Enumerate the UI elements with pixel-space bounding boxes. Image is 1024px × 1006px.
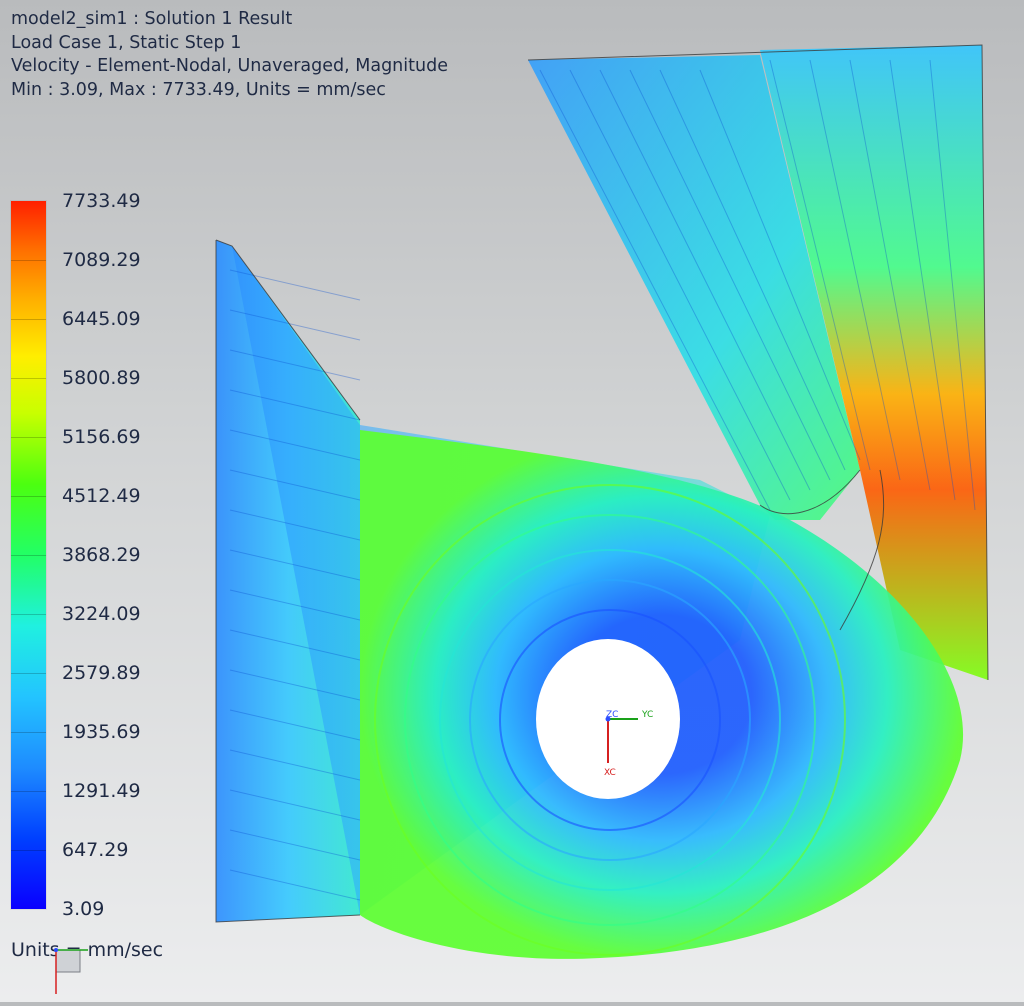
view-triad-icon[interactable] (38, 944, 98, 1002)
legend-label: 1935.69 (62, 721, 141, 743)
header-title: model2_sim1 : Solution 1 Result (11, 9, 293, 29)
legend-label: 3868.29 (62, 544, 141, 566)
header-result-type: Velocity - Element-Nodal, Unaveraged, Ma… (11, 56, 448, 76)
result-header: model2_sim1 : Solution 1 Result Load Cas… (11, 8, 448, 102)
graphics-viewport[interactable]: XC YC ZC (0, 0, 1024, 1002)
triad-x-label: XC (604, 768, 616, 778)
header-min-max: Min : 3.09, Max : 7733.49, Units = mm/se… (11, 79, 386, 100)
header-load-case: Load Case 1, Static Step 1 (11, 32, 242, 53)
legend-label: 7733.49 (62, 190, 141, 212)
legend-label: 5156.69 (62, 426, 141, 448)
legend-label: 647.29 (62, 839, 129, 861)
velocity-vector-plot[interactable]: XC YC ZC (0, 0, 1024, 1002)
triad-z-label: ZC (606, 710, 618, 720)
legend-label: 2579.89 (62, 662, 141, 684)
legend-label: 3224.09 (62, 603, 141, 625)
legend-label: 7089.29 (62, 249, 141, 271)
legend-label: 6445.09 (62, 308, 141, 330)
legend-label: 5800.89 (62, 367, 141, 389)
legend-label: 1291.49 (62, 780, 141, 802)
legend-label: 4512.49 (62, 485, 141, 507)
color-legend-bar (11, 201, 46, 909)
triad-y-label: YC (641, 710, 653, 720)
legend-label: 3.09 (62, 898, 105, 920)
